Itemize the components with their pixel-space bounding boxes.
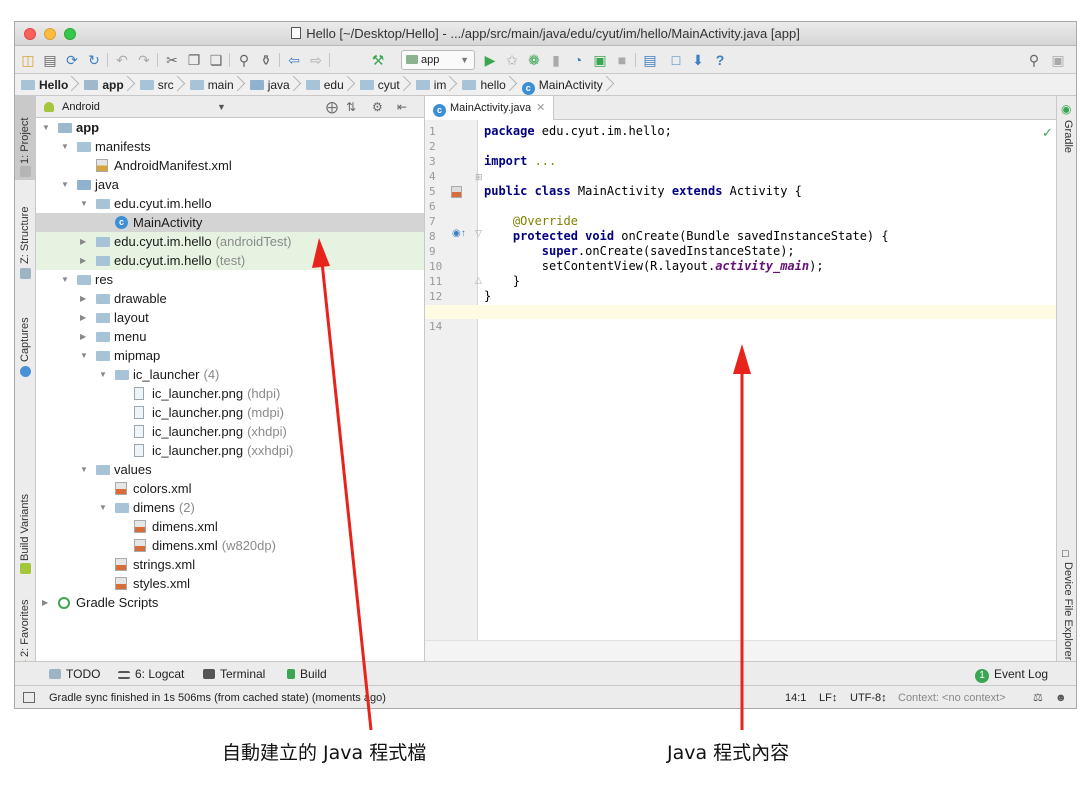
- annotation-auto-created-file: 自動建立的 Java 程式檔: [222, 742, 427, 764]
- arrow-left-head: [312, 238, 330, 268]
- arrow-left-line: [320, 261, 373, 731]
- annotation-java-content: Java 程式內容: [667, 742, 790, 764]
- annotation-arrows: [312, 238, 751, 731]
- arrow-right-head: [733, 344, 751, 374]
